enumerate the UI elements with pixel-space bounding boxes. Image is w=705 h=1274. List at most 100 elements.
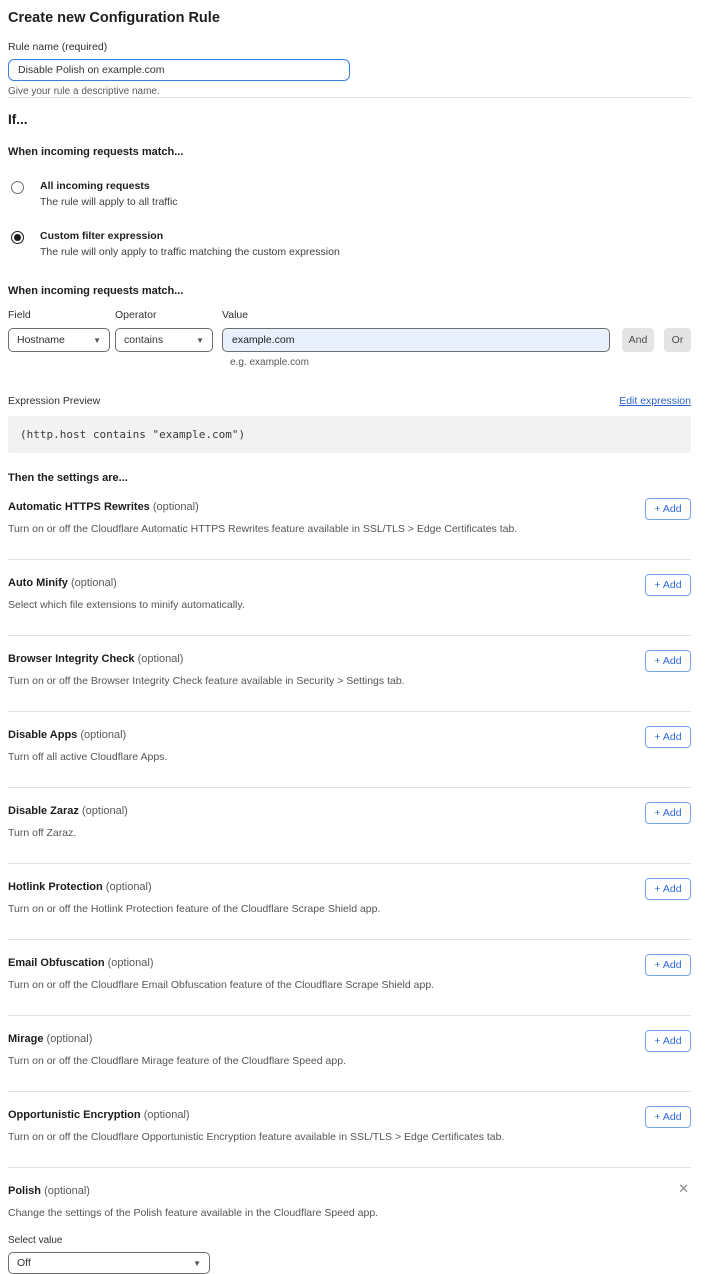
optional-label: (optional) [82, 805, 128, 817]
radio-option-description: The rule will only apply to traffic matc… [40, 246, 340, 258]
add-button[interactable]: + Add [645, 1106, 691, 1128]
field-column: Field Hostname ▼ [8, 309, 115, 352]
setting-name: Automatic HTTPS Rewrites [8, 501, 150, 513]
setting-description: Turn off Zaraz. [8, 827, 691, 839]
radio-option-custom-filter[interactable]: Custom filter expression The rule will o… [8, 230, 691, 258]
edit-expression-link[interactable]: Edit expression [619, 395, 691, 407]
setting-row-opportunistic-encryption: Opportunistic Encryption (optional) Turn… [8, 1092, 691, 1168]
setting-title: Disable Zaraz (optional) [8, 805, 691, 817]
radio-unselected-icon[interactable] [11, 181, 24, 194]
setting-description: Turn on or off the Browser Integrity Che… [8, 675, 691, 687]
radio-option-label: Custom filter expression [40, 230, 340, 242]
setting-row-disable-zaraz: Disable Zaraz (optional) Turn off Zaraz.… [8, 788, 691, 864]
add-button[interactable]: + Add [645, 1030, 691, 1052]
close-icon[interactable]: ✕ [678, 1182, 689, 1195]
setting-description: Turn on or off the Hotlink Protection fe… [8, 903, 691, 915]
value-column: Value [222, 309, 610, 352]
operator-label: Operator [115, 309, 222, 321]
field-select[interactable]: Hostname ▼ [8, 328, 110, 352]
rule-name-input[interactable] [8, 59, 350, 81]
polish-select-value: Off [17, 1257, 31, 1269]
field-label: Field [8, 309, 115, 321]
radio-option-all-incoming[interactable]: All incoming requests The rule will appl… [8, 180, 691, 208]
field-select-value: Hostname [17, 334, 65, 346]
optional-label: (optional) [153, 501, 199, 513]
operator-select-value: contains [124, 334, 163, 346]
radio-option-texts: All incoming requests The rule will appl… [40, 180, 178, 208]
setting-title: Automatic HTTPS Rewrites (optional) [8, 501, 691, 513]
expression-builder-row: Field Hostname ▼ Operator contains ▼ Val… [8, 309, 691, 352]
expression-builder-heading: When incoming requests match... [8, 285, 691, 297]
setting-name: Auto Minify [8, 577, 68, 589]
expression-code-box: (http.host contains "example.com") [8, 416, 691, 453]
setting-name: Browser Integrity Check [8, 653, 135, 665]
setting-name: Email Obfuscation [8, 957, 105, 969]
and-button[interactable]: And [622, 328, 654, 352]
setting-title: Disable Apps (optional) [8, 729, 691, 741]
optional-label: (optional) [44, 1185, 90, 1197]
select-value-label: Select value [8, 1235, 691, 1246]
add-button[interactable]: + Add [645, 650, 691, 672]
setting-description: Turn on or off the Cloudflare Automatic … [8, 523, 691, 535]
optional-label: (optional) [106, 881, 152, 893]
radio-option-description: The rule will apply to all traffic [40, 196, 178, 208]
operator-select[interactable]: contains ▼ [115, 328, 213, 352]
setting-name: Polish [8, 1185, 41, 1197]
setting-description: Turn off all active Cloudflare Apps. [8, 751, 691, 763]
setting-name: Hotlink Protection [8, 881, 103, 893]
setting-title: Email Obfuscation (optional) [8, 957, 691, 969]
value-input[interactable] [222, 328, 610, 352]
setting-title: Mirage (optional) [8, 1033, 691, 1045]
expression-preview-label: Expression Preview [8, 395, 100, 407]
radio-option-label: All incoming requests [40, 180, 178, 192]
optional-label: (optional) [144, 1109, 190, 1121]
setting-description: Turn on or off the Cloudflare Mirage fea… [8, 1055, 691, 1067]
optional-label: (optional) [47, 1033, 93, 1045]
add-button[interactable]: + Add [645, 878, 691, 900]
optional-label: (optional) [71, 577, 117, 589]
setting-title: Opportunistic Encryption (optional) [8, 1109, 691, 1121]
value-label: Value [222, 309, 610, 321]
page-title: Create new Configuration Rule [8, 10, 691, 26]
setting-row-disable-apps: Disable Apps (optional) Turn off all act… [8, 712, 691, 788]
setting-title: Auto Minify (optional) [8, 577, 691, 589]
add-button[interactable]: + Add [645, 802, 691, 824]
setting-description: Change the settings of the Polish featur… [8, 1207, 691, 1219]
setting-row-browser-integrity-check: Browser Integrity Check (optional) Turn … [8, 636, 691, 712]
or-button[interactable]: Or [664, 328, 691, 352]
setting-row-polish: Polish (optional) Change the settings of… [8, 1168, 691, 1274]
setting-row-email-obfuscation: Email Obfuscation (optional) Turn on or … [8, 940, 691, 1016]
setting-name: Disable Zaraz [8, 805, 79, 817]
setting-row-mirage: Mirage (optional) Turn on or off the Clo… [8, 1016, 691, 1092]
setting-name: Disable Apps [8, 729, 77, 741]
setting-row-automatic-https-rewrites: Automatic HTTPS Rewrites (optional) Turn… [8, 484, 691, 560]
setting-name: Mirage [8, 1033, 43, 1045]
add-button[interactable]: + Add [645, 498, 691, 520]
optional-label: (optional) [138, 653, 184, 665]
expression-preview-row: Expression Preview Edit expression [8, 395, 691, 407]
setting-description: Turn on or off the Cloudflare Opportunis… [8, 1131, 691, 1143]
add-button[interactable]: + Add [645, 954, 691, 976]
then-settings-heading: Then the settings are... [8, 472, 691, 484]
setting-description: Turn on or off the Cloudflare Email Obfu… [8, 979, 691, 991]
divider [8, 97, 691, 98]
create-configuration-rule-page: Create new Configuration Rule Rule name … [0, 0, 705, 1274]
radio-selected-icon[interactable] [11, 231, 24, 244]
add-button[interactable]: + Add [645, 726, 691, 748]
setting-description: Select which file extensions to minify a… [8, 599, 691, 611]
optional-label: (optional) [108, 957, 154, 969]
chevron-down-icon: ▼ [196, 336, 204, 345]
setting-title: Hotlink Protection (optional) [8, 881, 691, 893]
optional-label: (optional) [80, 729, 126, 741]
match-heading: When incoming requests match... [8, 146, 691, 158]
operator-column: Operator contains ▼ [115, 309, 222, 352]
rule-name-helper: Give your rule a descriptive name. [8, 86, 691, 97]
chevron-down-icon: ▼ [93, 336, 101, 345]
setting-title: Browser Integrity Check (optional) [8, 653, 691, 665]
setting-row-auto-minify: Auto Minify (optional) Select which file… [8, 560, 691, 636]
chevron-down-icon: ▼ [193, 1259, 201, 1268]
add-button[interactable]: + Add [645, 574, 691, 596]
rule-name-label: Rule name (required) [8, 41, 691, 53]
polish-value-select[interactable]: Off ▼ [8, 1252, 210, 1274]
radio-option-texts: Custom filter expression The rule will o… [40, 230, 340, 258]
